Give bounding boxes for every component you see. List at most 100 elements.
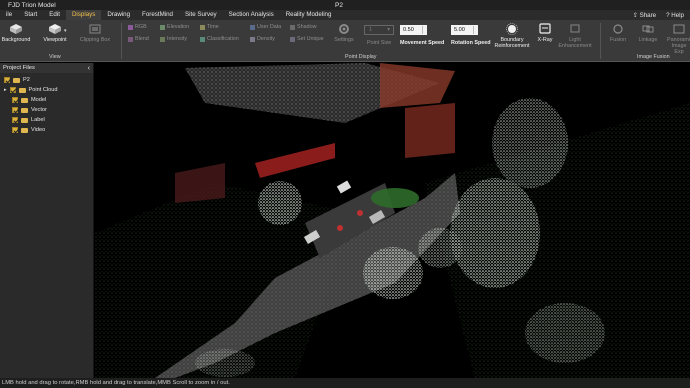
separator bbox=[121, 23, 122, 59]
rgb-button[interactable]: RGB bbox=[128, 24, 147, 30]
chevron-down-icon: ▾ bbox=[387, 27, 390, 33]
checkbox[interactable] bbox=[12, 97, 18, 103]
linkage-button[interactable]: Linkage bbox=[636, 23, 660, 43]
light-enhancement-button[interactable]: Light Enhancement bbox=[558, 23, 592, 49]
time-button[interactable]: Time bbox=[200, 24, 219, 30]
share-button[interactable]: ⇪ Share bbox=[633, 12, 656, 19]
app-title: FJD Trion Model bbox=[8, 1, 56, 9]
user-data-button[interactable]: User Data bbox=[250, 24, 281, 30]
background-icon bbox=[10, 24, 22, 34]
menu-drawing[interactable]: Drawing bbox=[101, 10, 136, 20]
elevation-label: Elevation bbox=[167, 24, 190, 30]
menu-reality-modeling[interactable]: Reality Modeling bbox=[280, 10, 338, 20]
linkage-label: Linkage bbox=[638, 37, 658, 43]
folder-icon bbox=[21, 117, 28, 123]
panoramic-image-button[interactable]: Panoramic Image Exp bbox=[666, 23, 690, 55]
fusion-label: Fusion bbox=[609, 37, 627, 43]
help-label: Help bbox=[671, 11, 684, 19]
classification-label: Classification bbox=[207, 36, 239, 42]
blend-button[interactable]: Blend bbox=[128, 36, 149, 42]
blend-label: Blend bbox=[135, 36, 149, 42]
tree-item-point-cloud[interactable]: ▸ Point Cloud bbox=[4, 87, 57, 93]
tree-item-video[interactable]: Video bbox=[12, 127, 45, 133]
tree-item-label: Model bbox=[31, 97, 47, 103]
density-button[interactable]: Density bbox=[250, 36, 275, 42]
panoramic-label: Panoramic Image Exp bbox=[667, 37, 690, 55]
xray-button[interactable]: X-Ray bbox=[534, 23, 556, 43]
tree-item-vector[interactable]: Vector bbox=[12, 107, 47, 113]
viewpoint-label: Viewpoint bbox=[43, 37, 67, 43]
point-display-group-label: Point Display bbox=[345, 54, 377, 60]
point-cloud-viewport[interactable] bbox=[95, 63, 690, 378]
title-bar: FJD Trion Model P2 bbox=[0, 0, 690, 10]
folder-icon bbox=[21, 97, 28, 103]
set-unique-button[interactable]: Set Unique bbox=[290, 36, 324, 42]
rotation-speed-input[interactable]: 5.00 bbox=[451, 25, 478, 35]
menu-displays[interactable]: Displays bbox=[65, 10, 102, 20]
tree-item-label: Label bbox=[31, 117, 45, 123]
menu-start[interactable]: Start bbox=[18, 10, 43, 20]
movement-speed-value: 0.50 bbox=[403, 27, 414, 33]
point-size-label: Point Size bbox=[367, 40, 392, 46]
separator bbox=[600, 23, 601, 59]
checkbox[interactable] bbox=[12, 127, 18, 133]
boundary-reinforcement-button[interactable]: Boundary Reinforcement bbox=[492, 23, 532, 49]
checkbox[interactable] bbox=[9, 87, 16, 93]
checkbox[interactable] bbox=[12, 117, 18, 123]
spinner-icon[interactable] bbox=[473, 26, 477, 34]
point-size-value: 1 bbox=[369, 27, 373, 33]
shadow-icon bbox=[290, 24, 295, 30]
status-bar: LMB hold and drag to rotate,RMB hold and… bbox=[0, 378, 690, 388]
image-fusion-group-label: Image Fusion bbox=[637, 54, 670, 60]
checkbox[interactable] bbox=[4, 77, 10, 83]
tree-item-root[interactable]: P2 bbox=[4, 77, 30, 83]
user-data-label: User Data bbox=[257, 24, 282, 30]
shadow-label: Shadow bbox=[297, 24, 317, 30]
density-label: Density bbox=[257, 36, 275, 42]
light-enhancement-label: Light Enhancement bbox=[558, 37, 592, 49]
menu-site-survey[interactable]: Site Survey bbox=[179, 10, 223, 20]
folder-icon bbox=[13, 77, 20, 83]
menu-forestmind[interactable]: ForestMind bbox=[136, 10, 179, 20]
folder-icon bbox=[21, 107, 28, 113]
rotation-speed-label: Rotation Speed bbox=[451, 40, 491, 46]
time-icon bbox=[200, 24, 205, 30]
settings-button[interactable]: Settings bbox=[332, 23, 356, 43]
boundary-icon bbox=[506, 23, 518, 35]
density-icon bbox=[250, 36, 255, 42]
tree-item-label: Video bbox=[31, 127, 46, 133]
set-unique-label: Set Unique bbox=[297, 36, 324, 42]
menu-edit[interactable]: Edit bbox=[43, 10, 66, 20]
menu-section-analysis[interactable]: Section Analysis bbox=[223, 10, 280, 20]
movement-speed-input[interactable]: 0.50 bbox=[400, 25, 427, 35]
intensity-button[interactable]: Intensity bbox=[160, 36, 187, 42]
collapse-icon[interactable]: ‹ bbox=[88, 65, 90, 72]
boundary-label: Boundary Reinforcement bbox=[494, 37, 530, 49]
spinner-icon[interactable] bbox=[422, 26, 426, 34]
clipping-box-button[interactable]: Clipping Box bbox=[78, 23, 112, 43]
user-data-icon bbox=[250, 24, 255, 30]
panel-title: Project Files bbox=[3, 65, 35, 71]
point-size-select[interactable]: 1 ▾ bbox=[364, 25, 394, 35]
share-label: Share bbox=[639, 11, 657, 19]
tree-item-label[interactable]: Label bbox=[12, 117, 45, 123]
checkbox[interactable] bbox=[12, 107, 18, 113]
background-button[interactable]: Background bbox=[2, 23, 30, 43]
rotation-speed-value: 5.00 bbox=[454, 27, 465, 33]
shadow-button[interactable]: Shadow bbox=[290, 24, 316, 30]
point-cloud-scene[interactable] bbox=[95, 63, 690, 378]
background-label: Background bbox=[1, 37, 31, 43]
movement-speed-label: Movement Speed bbox=[400, 40, 445, 46]
help-button[interactable]: ? Help bbox=[666, 12, 684, 19]
viewpoint-dropdown-icon[interactable]: ▾ bbox=[64, 28, 67, 34]
tree-item-model[interactable]: Model bbox=[12, 97, 46, 103]
fusion-button[interactable]: Fusion bbox=[606, 23, 630, 43]
panel-header: Project Files ‹ bbox=[0, 63, 93, 73]
menu-file[interactable]: ile bbox=[0, 10, 18, 20]
fusion-icon bbox=[613, 24, 623, 34]
elevation-button[interactable]: Elevation bbox=[160, 24, 189, 30]
classification-button[interactable]: Classification bbox=[200, 36, 239, 42]
expand-arrow-icon[interactable]: ▸ bbox=[4, 87, 7, 93]
gear-icon bbox=[339, 24, 349, 34]
intensity-icon bbox=[160, 36, 165, 42]
